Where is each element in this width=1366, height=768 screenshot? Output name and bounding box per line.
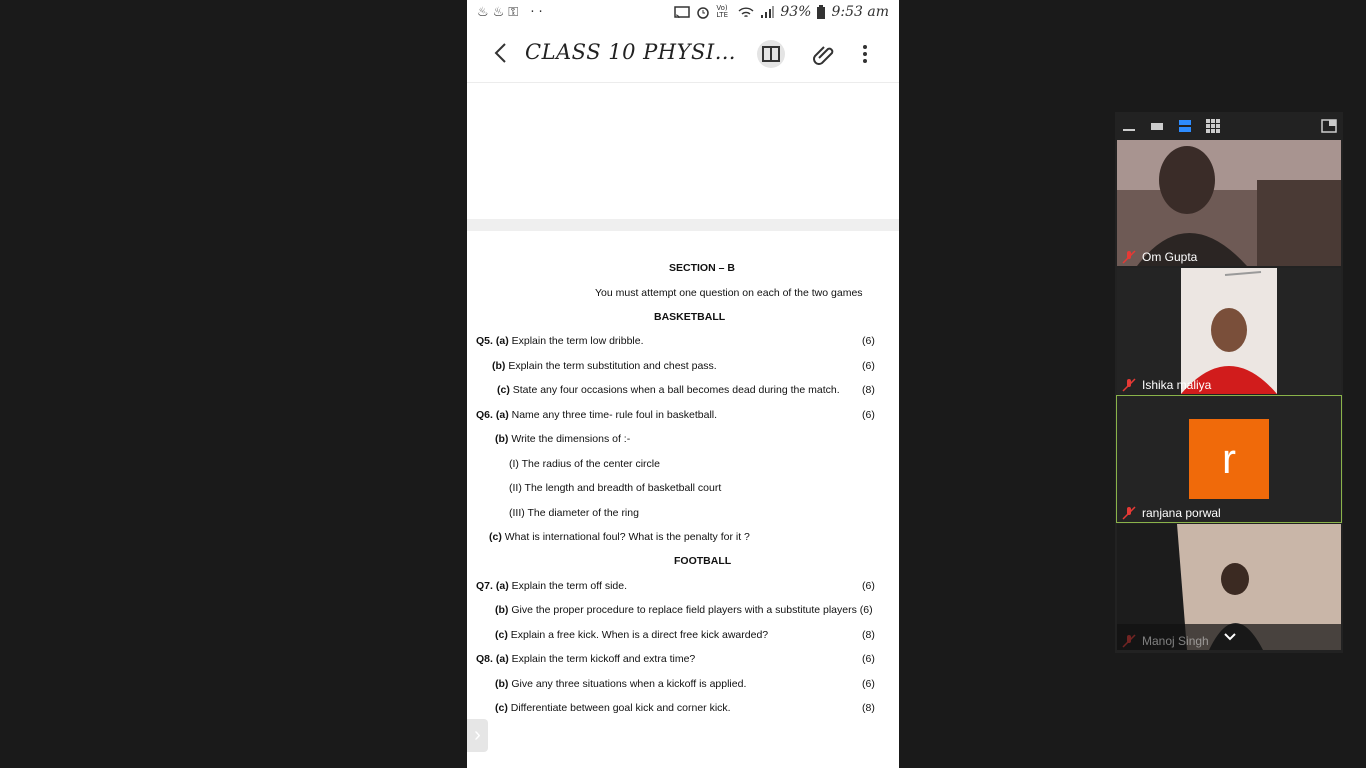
signal-icon	[761, 5, 775, 18]
question-subitem: (II) The length and breadth of basketbal…	[509, 482, 722, 494]
question-marks: (8)	[862, 384, 875, 396]
pdf-page[interactable]: SECTION – B You must attempt one questio…	[467, 231, 899, 768]
question-line: (c) Explain a free kick. When is a direc…	[495, 629, 769, 641]
reading-mode-button[interactable]	[757, 40, 785, 68]
document-title: CLASS 10 PHYSICAL ED...	[525, 40, 740, 64]
back-arrow-icon[interactable]	[489, 40, 513, 66]
question-line: Q7. (a) Explain the term off side.	[476, 580, 627, 592]
status-bar: ♨♨⚿ ·· Vo) LTE 93% 9:53 am	[467, 0, 899, 26]
attachment-icon[interactable]	[811, 41, 837, 67]
minimize-icon[interactable]	[1121, 118, 1137, 134]
participant-name-bar: Ishika maliya	[1117, 376, 1341, 394]
question-line: (b) Give any three situations when a kic…	[495, 678, 747, 690]
clock-time: 9:53 am	[831, 4, 889, 20]
instruction-text: You must attempt one question on each of…	[595, 287, 863, 299]
question-line: Q5. (a) Explain the term low dribble.	[476, 335, 644, 347]
more-options-icon[interactable]	[855, 41, 875, 67]
question-marks: (6)	[862, 409, 875, 421]
question-line: Q8. (a) Explain the term kickoff and ext…	[476, 653, 696, 665]
participants-video-panel: Om Gupta Ishika maliya r ranjana porwal	[1115, 112, 1343, 653]
book-icon	[762, 46, 780, 62]
battery-percentage: 93%	[780, 4, 812, 20]
participant-name-bar: Om Gupta	[1117, 248, 1341, 266]
question-marks: (6)	[862, 580, 875, 592]
app-bar: CLASS 10 PHYSICAL ED...	[467, 26, 899, 83]
cast-icon	[674, 6, 691, 18]
basketball-heading: BASKETBALL	[654, 311, 726, 323]
participant-video-tile[interactable]: Manoj Singh	[1117, 524, 1341, 650]
participant-video-tile[interactable]: Ishika maliya	[1117, 268, 1341, 394]
scroll-down-chevron-icon[interactable]	[1223, 632, 1237, 642]
question-line: (b) Write the dimensions of :-	[495, 433, 631, 445]
question-marks: (6)	[862, 360, 875, 372]
participant-video-tile[interactable]: Om Gupta	[1117, 140, 1341, 266]
question-subitem: (I) The radius of the center circle	[509, 458, 660, 470]
participant-name-bar: ranjana porwal	[1117, 504, 1341, 522]
participant-video-tile[interactable]: r ranjana porwal	[1116, 395, 1342, 523]
participant-name: ranjana porwal	[1142, 506, 1221, 520]
panel-toolbar	[1115, 112, 1343, 140]
question-line: (c) Differentiate between goal kick and …	[495, 702, 731, 714]
battery-icon	[817, 5, 826, 19]
question-subitem: (III) The diameter of the ring	[509, 507, 639, 519]
question-line: Q6. (a) Name any three time- rule foul i…	[476, 409, 718, 421]
question-line: (c) What is international foul? What is …	[489, 531, 750, 543]
volte-label: Vo) LTE	[716, 4, 728, 19]
question-marks: (8)	[862, 702, 875, 714]
question-line: (b) Give the proper procedure to replace…	[495, 604, 873, 616]
participant-name: Ishika maliya	[1142, 378, 1212, 392]
question-line: (c) State any four occasions when a ball…	[497, 384, 840, 396]
shared-screen: ♨♨⚿ ·· Vo) LTE 93% 9:53 am CLASS 10 PHYS…	[467, 0, 899, 768]
muted-mic-icon	[1122, 506, 1136, 520]
page-separator	[467, 219, 899, 231]
muted-mic-icon	[1122, 250, 1136, 264]
exit-minimized-icon[interactable]	[1321, 118, 1337, 134]
question-marks: (6)	[862, 653, 875, 665]
question-marks: (6)	[862, 335, 875, 347]
question-marks: (8)	[862, 629, 875, 641]
grid-view-icon[interactable]	[1205, 118, 1221, 134]
status-notification-icons: ♨♨⚿ ··	[477, 5, 547, 20]
hide-video-icon[interactable]	[1149, 118, 1165, 134]
question-line: (b) Explain the term substitution and ch…	[492, 360, 717, 372]
participant-avatar: r	[1189, 419, 1269, 499]
muted-mic-icon	[1122, 634, 1136, 648]
participant-name: Om Gupta	[1142, 250, 1198, 264]
muted-mic-icon	[1122, 378, 1136, 392]
wifi-icon	[738, 6, 754, 17]
section-title: SECTION – B	[669, 262, 735, 274]
alarm-icon	[697, 7, 710, 19]
football-heading: FOOTBALL	[674, 555, 732, 567]
strip-view-icon[interactable]	[1177, 118, 1193, 134]
participant-name: Manoj Singh	[1142, 634, 1209, 648]
next-page-button[interactable]: ›	[467, 719, 488, 752]
question-marks: (6)	[862, 678, 875, 690]
